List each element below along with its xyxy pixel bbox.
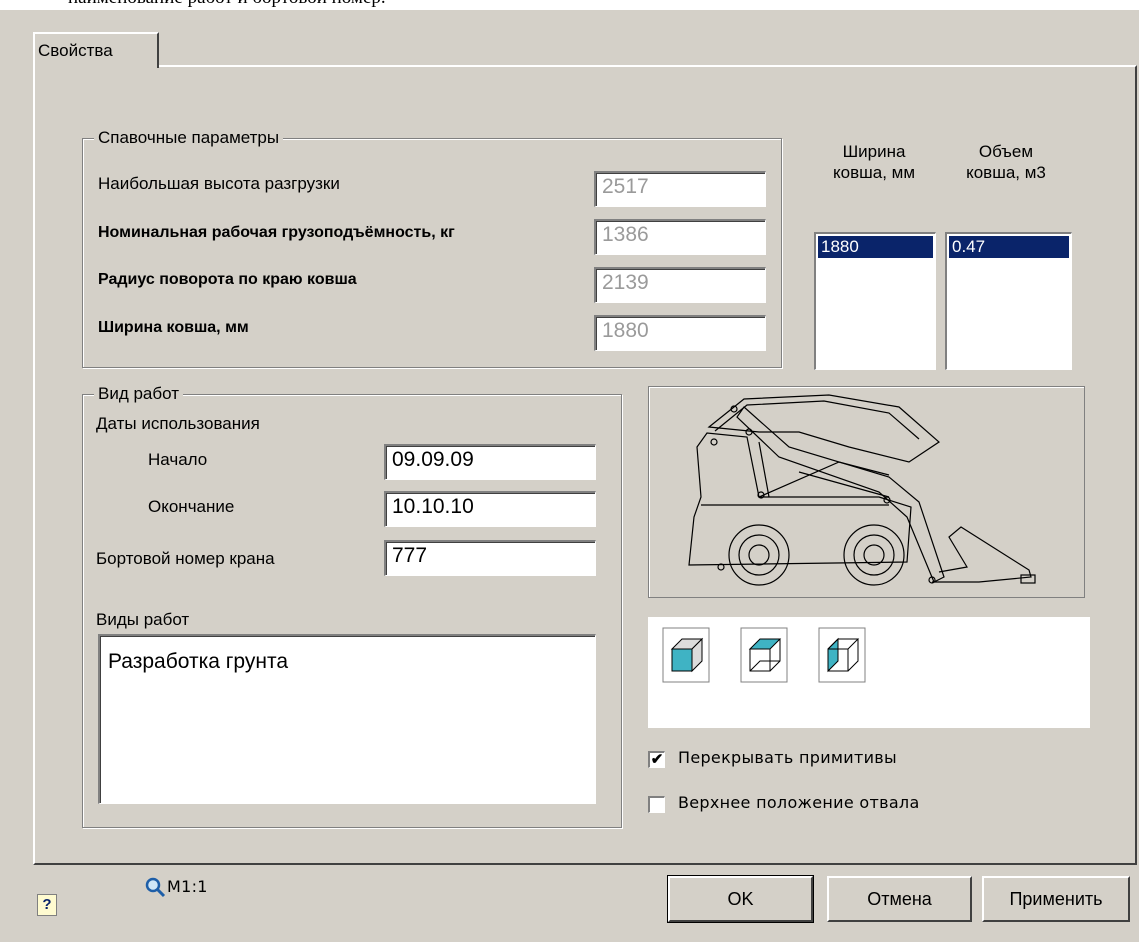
bucket-width-field[interactable]: 1880 bbox=[594, 315, 766, 351]
tab-properties-label: Свойства bbox=[38, 41, 113, 60]
rated-capacity-field[interactable]: 1386 bbox=[594, 219, 766, 255]
work-types-textarea[interactable]: Разработка грунта bbox=[98, 634, 596, 804]
volume-header-line1: Объем bbox=[978, 142, 1034, 161]
check-mark-icon: ✔ bbox=[650, 751, 664, 768]
blade-label: Верхнее положение отвала bbox=[678, 793, 920, 812]
skid-steer-loader-drawing bbox=[688, 394, 1036, 586]
overlap-label: Перекрывать примитивы bbox=[678, 748, 897, 767]
wire-top-cube-glyph bbox=[740, 627, 788, 683]
board-number-field[interactable]: 777 bbox=[384, 540, 596, 576]
scale-label: M1:1 bbox=[167, 877, 208, 896]
board-number-label: Бортовой номер крана bbox=[96, 549, 275, 568]
blade-checkbox[interactable] bbox=[648, 796, 665, 813]
width-header-line1: Ширина bbox=[842, 142, 906, 161]
magnifier-icon[interactable] bbox=[144, 876, 166, 903]
loader-preview bbox=[648, 386, 1085, 598]
end-date-label: Окончание bbox=[148, 497, 235, 516]
max-unload-height-field[interactable]: 2517 bbox=[594, 171, 766, 207]
turn-radius-label: Радиус поворота по краю ковша bbox=[98, 271, 357, 288]
caption-strip: наименование работ и бортовой номер. bbox=[0, 0, 1139, 10]
start-date-label: Начало bbox=[148, 450, 208, 469]
width-column-header: Ширина ковша, мм bbox=[814, 141, 934, 183]
work-types-label: Виды работ bbox=[96, 610, 190, 629]
rated-capacity-label: Номинальная рабочая грузоподъёмность, кг bbox=[98, 224, 455, 241]
shaded-cube-icon[interactable] bbox=[662, 627, 710, 688]
work-legend: Вид работ bbox=[94, 384, 183, 404]
turn-radius-field[interactable]: 2139 bbox=[594, 267, 766, 303]
overlap-checkbox[interactable]: ✔ bbox=[648, 751, 665, 768]
wire-side-cube-icon[interactable] bbox=[818, 627, 866, 688]
cancel-button[interactable]: Отмена bbox=[827, 876, 972, 922]
wire-side-cube-glyph bbox=[818, 627, 866, 683]
volume-header-line2: ковша, м3 bbox=[966, 163, 1046, 182]
start-date-field[interactable]: 09.09.09 bbox=[384, 444, 596, 480]
magnifier-glyph bbox=[145, 877, 166, 898]
volume-column-header: Объем ковша, м3 bbox=[940, 141, 1072, 183]
apply-button[interactable]: Применить bbox=[982, 876, 1130, 922]
max-unload-height-label: Наибольшая высота разгрузки bbox=[98, 174, 340, 193]
dates-label: Даты использования bbox=[96, 414, 260, 433]
end-date-field[interactable]: 10.10.10 bbox=[384, 491, 596, 527]
view-icons-panel bbox=[648, 617, 1090, 728]
width-header-line2: ковша, мм bbox=[832, 163, 916, 182]
bucket-width-label: Ширина ковша, мм bbox=[98, 319, 249, 336]
bucket-volume-list[interactable]: 0.47 bbox=[945, 232, 1072, 370]
tab-properties[interactable]: Свойства bbox=[33, 32, 159, 68]
wire-top-cube-icon[interactable] bbox=[740, 627, 788, 688]
ref-params-legend: Спавочные параметры bbox=[94, 128, 284, 148]
shaded-cube-glyph bbox=[662, 627, 710, 683]
list-item[interactable]: 1880 bbox=[818, 236, 933, 258]
caption-fragment: наименование работ и бортовой номер. bbox=[68, 0, 386, 9]
bucket-width-list[interactable]: 1880 bbox=[814, 232, 936, 370]
list-item[interactable]: 0.47 bbox=[949, 236, 1069, 258]
ok-button[interactable]: OK bbox=[667, 875, 814, 923]
help-icon[interactable]: ? bbox=[37, 894, 57, 916]
